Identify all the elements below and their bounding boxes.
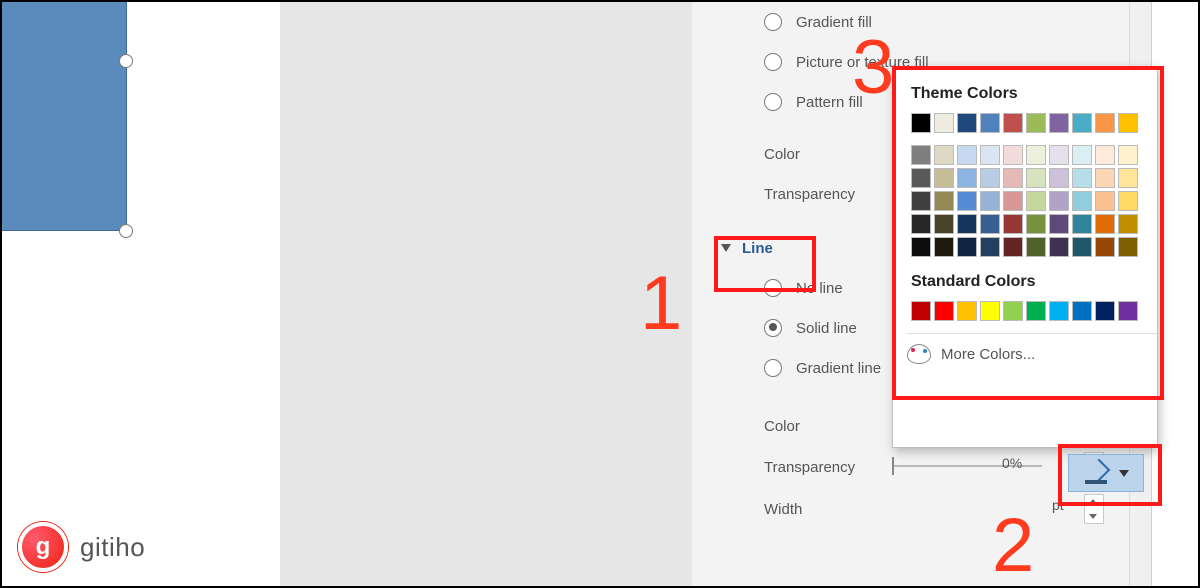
line-solid-label: Solid line xyxy=(796,320,857,337)
resize-handle[interactable] xyxy=(119,224,133,238)
annotation-box-1 xyxy=(714,236,816,292)
transparency-value: 0% xyxy=(1002,455,1022,471)
annotation-box-3 xyxy=(892,66,1164,400)
annotation-number-2: 2 xyxy=(992,502,1034,588)
annotation-number-3: 3 xyxy=(852,24,894,111)
annotation-box-2 xyxy=(1058,444,1162,506)
line-width-label: Width xyxy=(764,501,802,518)
brand-logo-text: gitiho xyxy=(80,532,145,563)
annotation-number-1: 1 xyxy=(640,260,682,347)
brand-logo-icon: g xyxy=(18,522,68,572)
resize-handle[interactable] xyxy=(119,54,133,68)
selected-shape[interactable] xyxy=(2,2,127,231)
fill-option-gradient[interactable]: Gradient fill xyxy=(692,2,1130,42)
brand-logo: g gitiho xyxy=(18,522,145,572)
screenshot-stage: Gradient fill Picture or texture fill Pa… xyxy=(0,0,1200,588)
line-gradient-label: Gradient line xyxy=(796,360,881,377)
slider-thumb[interactable] xyxy=(892,457,894,475)
line-transparency-label: Transparency xyxy=(764,459,855,476)
canvas-gutter xyxy=(280,2,692,586)
